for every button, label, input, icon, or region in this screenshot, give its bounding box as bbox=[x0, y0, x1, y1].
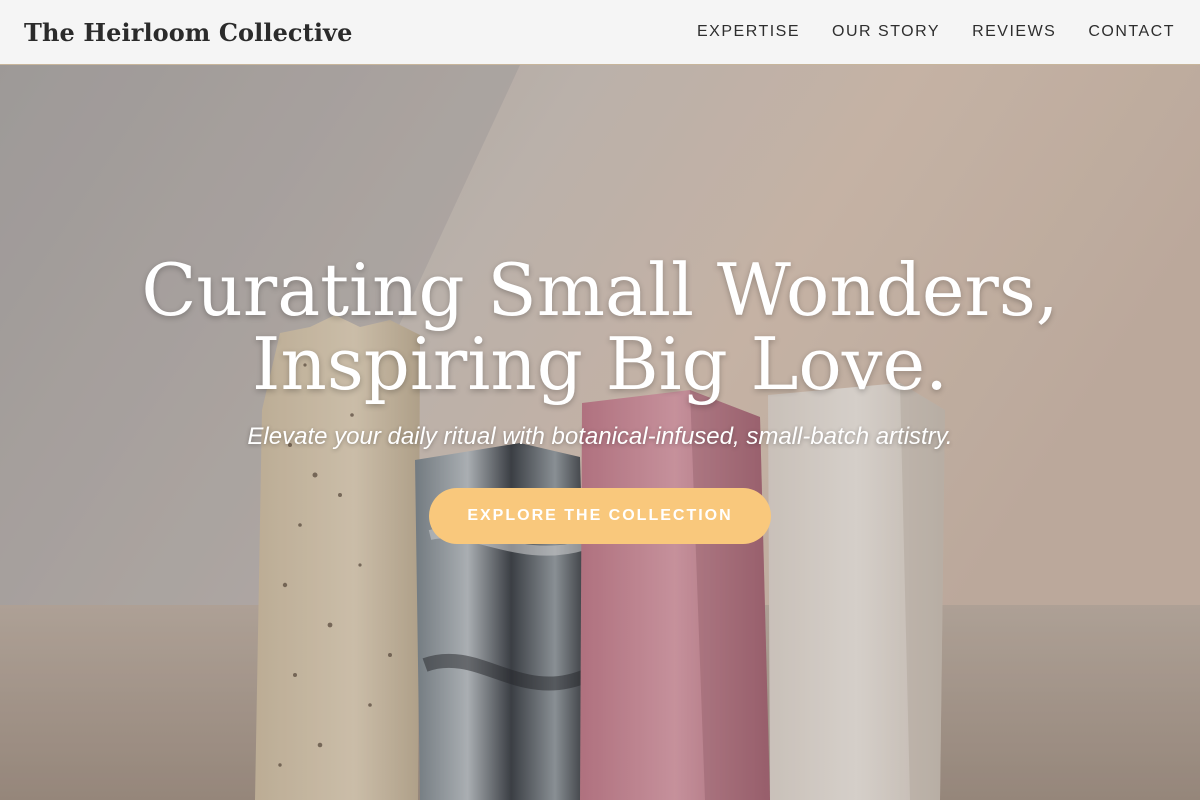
nav-link-expertise[interactable]: EXPERTISE bbox=[697, 23, 800, 41]
hero-title-line-2: Inspiring Big Love. bbox=[252, 322, 948, 406]
site-header: The Heirloom Collective EXPERTISE OUR ST… bbox=[0, 0, 1200, 65]
page: The Heirloom Collective EXPERTISE OUR ST… bbox=[0, 0, 1200, 800]
main-nav: EXPERTISE OUR STORY REVIEWS CONTACT bbox=[697, 23, 1175, 41]
explore-collection-button[interactable]: EXPLORE THE COLLECTION bbox=[429, 488, 771, 544]
brand-logo[interactable]: The Heirloom Collective bbox=[24, 18, 352, 47]
hero-section: Curating Small Wonders, Inspiring Big Lo… bbox=[0, 65, 1200, 800]
nav-link-our-story[interactable]: OUR STORY bbox=[832, 23, 940, 41]
hero-title-line-1: Curating Small Wonders, bbox=[141, 248, 1059, 332]
nav-link-reviews[interactable]: REVIEWS bbox=[972, 23, 1056, 41]
hero-subtitle: Elevate your daily ritual with botanical… bbox=[247, 423, 953, 450]
nav-link-contact[interactable]: CONTACT bbox=[1088, 23, 1175, 41]
hero-title: Curating Small Wonders, Inspiring Big Lo… bbox=[0, 253, 1200, 401]
